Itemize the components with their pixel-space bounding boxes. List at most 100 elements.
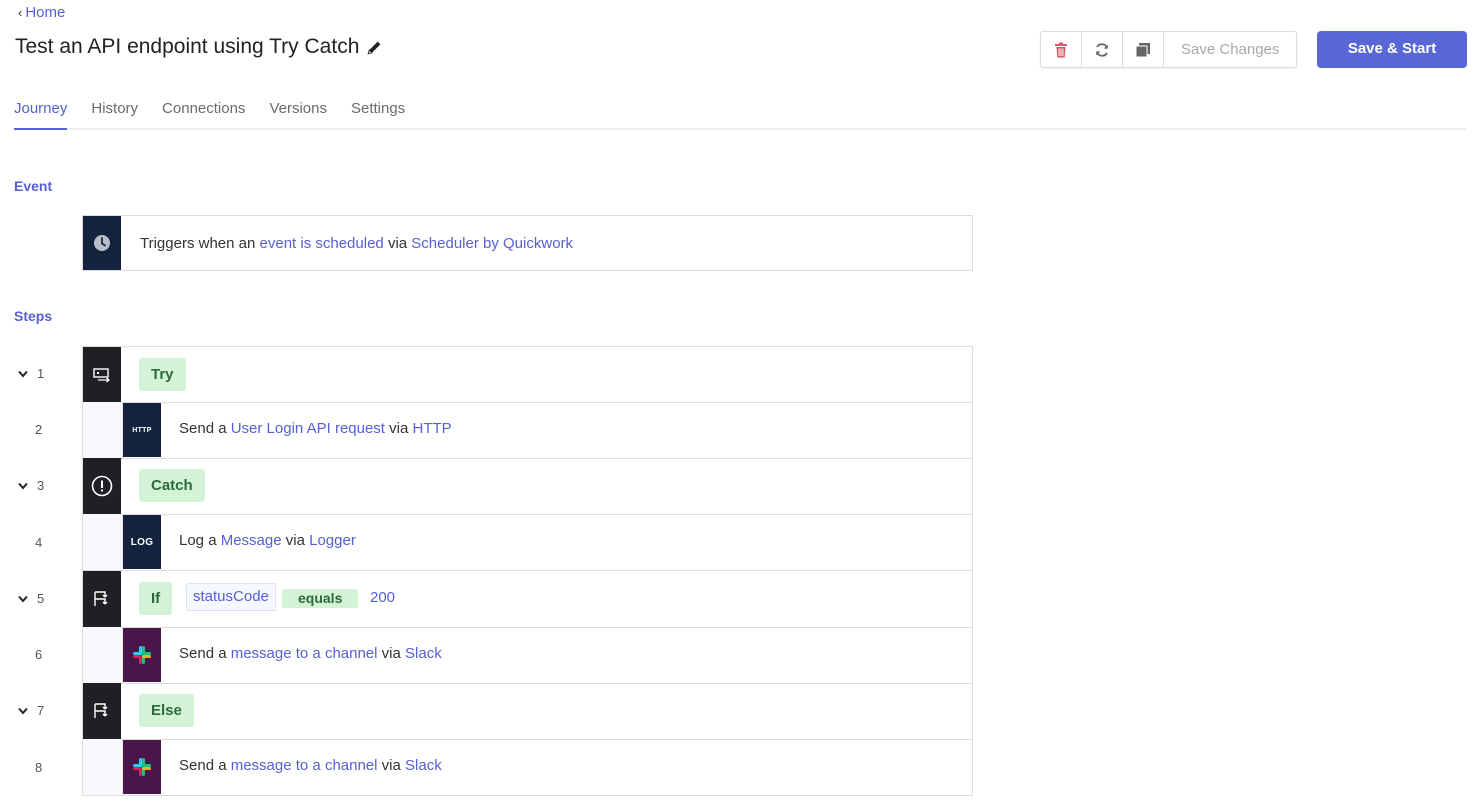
branch-icon (94, 703, 108, 718)
copy-icon (1135, 42, 1150, 57)
if-pill: If (139, 582, 173, 615)
step-number-7: 7 (18, 703, 48, 718)
clock-icon (94, 235, 110, 251)
step-number-6: 6 (35, 647, 43, 662)
nest-indent (83, 739, 123, 795)
event-section-label: Event (14, 178, 53, 194)
step-number-label: 1 (37, 366, 45, 381)
http-app-icon: HTTP (123, 403, 161, 457)
step-2-description: Send a User Login API request via HTTP (179, 420, 452, 437)
try-pill: Try (139, 358, 186, 391)
back-label: Home (25, 4, 66, 21)
step-2-verb: Send a (179, 420, 227, 437)
edit-pencil-icon[interactable] (366, 39, 383, 56)
step-row-if[interactable]: If statusCode equals 200 (82, 571, 973, 628)
step-row-catch[interactable]: Catch (82, 458, 973, 515)
catch-step-icon (83, 458, 121, 514)
else-pill: Else (139, 694, 194, 727)
step-6-app-link[interactable]: Slack (405, 645, 442, 662)
nest-indent (83, 627, 123, 683)
log-icon: LOG (130, 536, 154, 548)
condition-variable-chip[interactable]: statusCode (186, 583, 276, 611)
chevron-left-icon: ‹ (18, 5, 23, 20)
step-8-verb: Send a (179, 757, 227, 774)
tab-bar: Journey History Connections Versions Set… (14, 92, 1466, 130)
event-description: Triggers when an event is scheduled via … (140, 235, 573, 252)
refresh-button[interactable] (1082, 32, 1123, 67)
toolbar-group: Save Changes (1040, 31, 1298, 68)
if-step-icon (83, 571, 121, 627)
page-title-area: Test an API endpoint using Try Catch (15, 35, 383, 59)
step-row-logger[interactable]: LOG Log a Message via Logger (82, 514, 973, 571)
step-number-4: 4 (35, 535, 43, 550)
chevron-down-icon[interactable] (18, 370, 28, 378)
exclamation-circle-icon (91, 475, 113, 497)
catch-pill: Catch (139, 469, 205, 502)
step-number-label: 7 (37, 703, 45, 718)
step-8-via: via (381, 757, 401, 774)
step-4-action-link[interactable]: Message (221, 532, 282, 549)
step-row-try[interactable]: Try (82, 346, 973, 403)
step-number-1: 1 (18, 366, 48, 381)
step-8-action-link[interactable]: message to a channel (231, 757, 378, 774)
save-changes-button[interactable]: Save Changes (1164, 32, 1296, 67)
chevron-down-icon[interactable] (18, 595, 28, 603)
branch-icon (94, 591, 108, 606)
duplicate-button[interactable] (1123, 32, 1164, 67)
steps-section-label: Steps (14, 308, 53, 324)
step-2-app-link[interactable]: HTTP (413, 420, 452, 437)
try-block-icon (93, 368, 111, 383)
step-2-via: via (389, 420, 409, 437)
step-4-via: via (285, 532, 305, 549)
step-2-action-link[interactable]: User Login API request (231, 420, 385, 437)
tab-history[interactable]: History (91, 92, 138, 130)
step-number-2: 2 (35, 422, 43, 437)
try-step-icon (83, 347, 121, 403)
condition-value[interactable]: 200 (370, 589, 395, 606)
step-6-verb: Send a (179, 645, 227, 662)
step-number-3: 3 (18, 478, 48, 493)
logger-app-icon: LOG (123, 515, 161, 569)
scheduler-app-icon (83, 216, 121, 270)
delete-button[interactable] (1041, 32, 1082, 67)
step-number-label: 5 (37, 591, 45, 606)
nest-indent (83, 514, 123, 570)
step-number-label: 3 (37, 478, 45, 493)
event-trigger-link[interactable]: event is scheduled (260, 235, 384, 252)
slack-icon (133, 646, 151, 664)
slack-app-icon (123, 628, 161, 682)
else-step-icon (83, 683, 121, 739)
event-prefix-text: Triggers when an (140, 234, 256, 252)
step-row-else[interactable]: Else (82, 683, 973, 740)
back-home-link[interactable]: ‹ Home (18, 4, 65, 21)
trash-icon (1055, 42, 1067, 57)
step-4-app-link[interactable]: Logger (309, 532, 356, 549)
save-and-start-button[interactable]: Save & Start (1317, 31, 1467, 68)
step-number-8: 8 (35, 760, 43, 775)
nest-indent (83, 402, 123, 458)
event-app-link[interactable]: Scheduler by Quickwork (411, 235, 573, 252)
step-row-slack-1[interactable]: Send a message to a channel via Slack (82, 627, 973, 684)
step-number-5: 5 (18, 591, 48, 606)
tab-settings[interactable]: Settings (351, 92, 405, 130)
tab-connections[interactable]: Connections (162, 92, 245, 130)
tab-versions[interactable]: Versions (269, 92, 327, 130)
slack-app-icon (123, 740, 161, 794)
step-6-via: via (381, 645, 401, 662)
chevron-down-icon[interactable] (18, 707, 28, 715)
step-6-action-link[interactable]: message to a channel (231, 645, 378, 662)
chevron-down-icon[interactable] (18, 482, 28, 490)
refresh-icon (1096, 42, 1108, 57)
step-4-verb: Log a (179, 532, 217, 549)
condition-operator-chip[interactable]: equals (282, 589, 359, 608)
http-icon: HTTP (132, 426, 152, 434)
event-via-text: via (387, 234, 408, 252)
slack-icon (133, 758, 151, 776)
event-trigger-card[interactable]: Triggers when an event is scheduled via … (82, 215, 973, 271)
page-title: Test an API endpoint using Try Catch (15, 35, 360, 58)
step-6-description: Send a message to a channel via Slack (179, 645, 442, 662)
step-8-app-link[interactable]: Slack (405, 757, 442, 774)
step-row-slack-2[interactable]: Send a message to a channel via Slack (82, 739, 973, 796)
tab-journey[interactable]: Journey (14, 92, 68, 130)
step-row-http[interactable]: HTTP Send a User Login API request via H… (82, 402, 973, 459)
